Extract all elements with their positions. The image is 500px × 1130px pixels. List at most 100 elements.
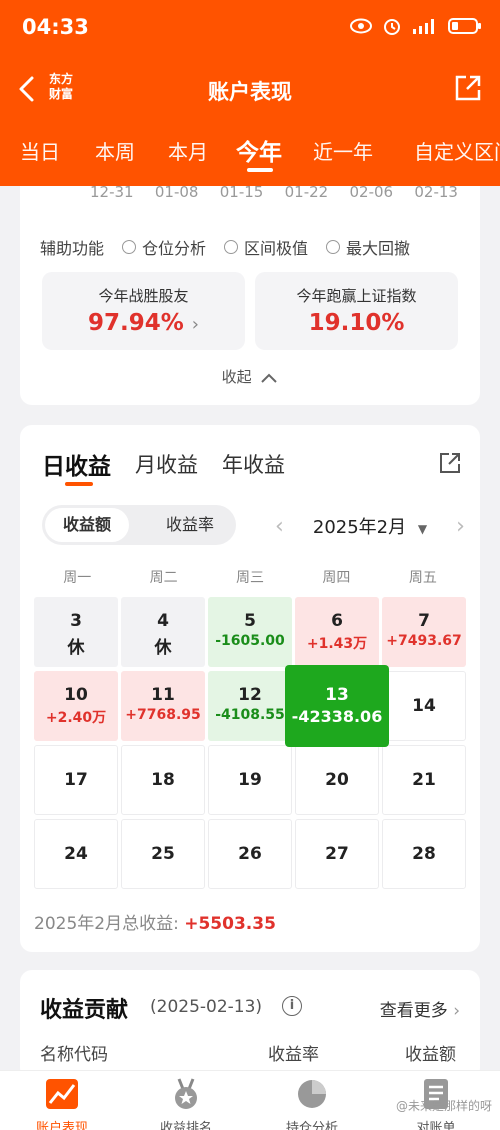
share-button[interactable]: [452, 72, 484, 104]
collapse-button[interactable]: 收起: [20, 366, 480, 387]
segment-rate[interactable]: 收益率: [148, 508, 232, 542]
column-amount: 收益额: [405, 1045, 456, 1065]
day-number: 24: [64, 844, 88, 864]
tab-this-year[interactable]: 今年: [236, 133, 282, 167]
radio-icon: [326, 240, 341, 254]
date-tick: 01-22: [284, 183, 329, 201]
calendar-day-27[interactable]: 27: [295, 819, 379, 889]
month-picker: ‹ 2025年2月 ▼ ›: [275, 511, 465, 541]
radio-position-analysis[interactable]: 仓位分析: [122, 235, 206, 259]
weekday-label: 周二: [149, 570, 178, 586]
summary-card: 12-31 01-08 01-15 01-22 02-06 02-13 辅助功能…: [20, 183, 480, 405]
day-number: 14: [412, 696, 436, 716]
weekday-header: 周一 周二 周三 周四 周五: [34, 567, 466, 587]
calendar-day-17[interactable]: 17: [34, 745, 118, 815]
export-icon[interactable]: [438, 451, 462, 475]
tab-last-year[interactable]: 近一年: [313, 136, 373, 165]
calendar-day-10[interactable]: 10 +2.40万: [34, 671, 118, 741]
calendar-day-6[interactable]: 6 +1.43万: [295, 597, 379, 667]
calendar-day-12[interactable]: 12 -4108.55: [208, 671, 292, 741]
date-tick: 02-06: [349, 183, 394, 201]
tab-custom-range[interactable]: 自定义区间: [414, 136, 500, 165]
calendar-day-4[interactable]: 4休: [121, 597, 205, 667]
period-tabs: 当日 本周 本月 今年 近一年 自定义区间: [0, 128, 500, 184]
day-number: 7: [418, 611, 430, 631]
radio-icon: [122, 240, 137, 254]
view-more-link[interactable]: 查看更多 ›: [380, 996, 460, 1021]
calendar-day-28[interactable]: 28: [382, 819, 466, 889]
next-month-button[interactable]: ›: [456, 514, 465, 539]
calendar-day-5[interactable]: 5 -1605.00: [208, 597, 292, 667]
nav-bar: 东方 财富 账户表现: [0, 62, 500, 118]
calendar-day-13[interactable]: 13 -42338.06: [285, 665, 389, 747]
month-total-value: +5503.35: [184, 914, 276, 934]
aux-label: 辅助功能: [40, 239, 105, 258]
weekday-label: 周三: [236, 570, 265, 586]
weekday-label: 周五: [408, 570, 437, 586]
day-number: 17: [64, 770, 88, 790]
prev-month-button[interactable]: ‹: [275, 514, 284, 539]
calendar-day-11[interactable]: 11 +7768.95: [121, 671, 205, 741]
date-tick: 12-31: [90, 183, 134, 201]
tab-today[interactable]: 当日: [20, 136, 60, 165]
day-number: 25: [151, 844, 175, 864]
month-total: 2025年2月总收益: +5503.35: [34, 914, 276, 934]
radio-range-extremes[interactable]: 区间极值: [224, 235, 308, 259]
tab-daily-profit[interactable]: 日收益: [42, 447, 111, 481]
day-number: 19: [238, 770, 262, 790]
tab-monthly-profit[interactable]: 月收益: [135, 449, 198, 481]
day-number: 21: [412, 770, 436, 790]
nav-profit-ranking[interactable]: 收益排名: [146, 1077, 226, 1130]
contribution-title: 收益贡献: [40, 998, 129, 1023]
alarm-icon: [384, 19, 400, 35]
chevron-right-icon: ›: [453, 1001, 460, 1021]
day-number: 10: [64, 685, 88, 705]
weekday-label: 周一: [63, 570, 92, 586]
profit-tab-indicator: [65, 482, 93, 486]
day-number: 20: [325, 770, 349, 790]
beat-peers-label: 今年战胜股友: [98, 287, 189, 305]
calendar-day-24[interactable]: 24: [34, 819, 118, 889]
nav-holding-analysis[interactable]: 持仓分析: [272, 1077, 352, 1130]
calendar-day-7[interactable]: 7 +7493.67: [382, 597, 466, 667]
nav-account-performance[interactable]: 账户表现: [22, 1077, 102, 1130]
beat-peers-value: 97.94% ›: [87, 310, 199, 336]
tab-this-month[interactable]: 本月: [168, 136, 208, 165]
day-number: 3: [70, 611, 82, 631]
beat-index-label: 今年跑赢上证指数: [296, 287, 417, 305]
chart-icon: [46, 1079, 78, 1109]
day-number: 5: [244, 611, 256, 631]
tab-yearly-profit[interactable]: 年收益: [222, 449, 285, 481]
beat-peers-box[interactable]: 今年战胜股友 97.94% ›: [42, 272, 245, 350]
date-tick: 01-08: [154, 183, 199, 201]
day-number: 13: [325, 685, 349, 705]
day-profit-value: +7493.67: [386, 633, 462, 649]
chevron-up-icon: [261, 373, 278, 383]
day-number: 4: [157, 611, 169, 631]
radio-max-drawdown[interactable]: 最大回撤: [326, 235, 410, 259]
info-icon[interactable]: i: [282, 996, 302, 1016]
profit-calendar-card: 日收益 月收益 年收益 收益额 收益率 ‹ 2025年2月 ▼ › 周一 周二 …: [20, 425, 480, 952]
calendar-day-20[interactable]: 20: [295, 745, 379, 815]
calendar-day-25[interactable]: 25: [121, 819, 205, 889]
calendar-day-14[interactable]: 14: [382, 671, 466, 741]
calendar-day-18[interactable]: 18: [121, 745, 205, 815]
day-number: 27: [325, 844, 349, 864]
beat-index-value: 19.10%: [308, 310, 405, 336]
day-number: 12: [238, 685, 262, 705]
radio-icon: [224, 240, 239, 254]
tab-this-week[interactable]: 本周: [95, 136, 135, 165]
calendar-day-26[interactable]: 26: [208, 819, 292, 889]
day-profit-value: +1.43万: [306, 636, 368, 652]
weekday-label: 周四: [322, 570, 351, 586]
signal-icon: [413, 19, 434, 34]
column-name-code: 名称代码: [40, 1045, 108, 1065]
current-month[interactable]: 2025年2月 ▼: [313, 513, 427, 539]
status-icons: [350, 16, 482, 36]
calendar-day-3[interactable]: 3休: [34, 597, 118, 667]
calendar-day-19[interactable]: 19: [208, 745, 292, 815]
beat-index-box: 今年跑赢上证指数 19.10%: [255, 272, 458, 350]
calendar-day-21[interactable]: 21: [382, 745, 466, 815]
segment-amount[interactable]: 收益额: [45, 508, 129, 542]
day-number: 26: [238, 844, 262, 864]
